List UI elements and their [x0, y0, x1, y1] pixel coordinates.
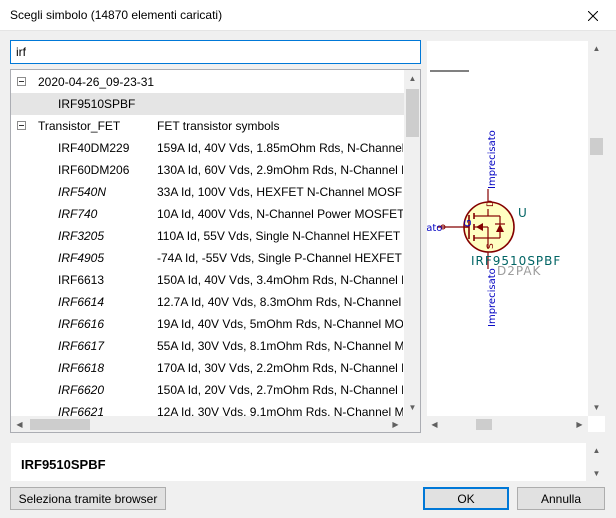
tree-horizontal-scrollbar[interactable]: ◀ ▶	[11, 416, 404, 432]
tree-item[interactable]: IRF6614 12.7A Id, 40V Vds, 8.3mOhm Rds, N…	[11, 291, 404, 313]
symbol-details: IRF9510SPBF	[10, 442, 587, 482]
scroll-down-icon[interactable]: ▼	[588, 465, 605, 482]
tree-item-name: IRF4905	[58, 251, 105, 265]
tree-item-name: IRF6613	[58, 273, 105, 287]
pin-name-left: sato	[427, 223, 442, 234]
symbol-preview: G D S U IRF9510SPBF D2PAK Imprecisato Im…	[426, 40, 606, 433]
tree-group[interactable]: 2020-04-26_09-23-31	[11, 71, 404, 93]
scroll-up-icon[interactable]: ▲	[588, 40, 605, 57]
tree-item-description: 33A Id, 100V Vds, HEXFET N-Channel MOSFE…	[157, 185, 403, 199]
svg-text:D: D	[486, 200, 496, 207]
tree-item-name: Transistor_FET	[38, 119, 121, 133]
tree-item-name: IRF6620	[58, 383, 105, 397]
preview-vertical-scrollbar[interactable]: ▲ ▼	[588, 40, 605, 416]
tree-item-name: IRF740	[58, 207, 98, 221]
scroll-up-icon[interactable]: ▲	[588, 442, 605, 459]
symbol-reference: U	[518, 206, 527, 220]
scroll-thumb[interactable]	[476, 419, 492, 430]
svg-text:G: G	[463, 219, 474, 227]
tree-item-name: IRF9510SPBF	[58, 97, 136, 111]
collapse-icon[interactable]	[17, 121, 26, 130]
pin-name-bottom: Imprecisato	[487, 268, 498, 327]
symbol-tree[interactable]: IRF6621 12A Id, 30V Vds, 9.1mOhm Rds, N-C…	[10, 69, 421, 433]
tree-item-description: 150A Id, 40V Vds, 3.4mOhm Rds, N-Channel…	[157, 273, 403, 287]
tree-item-name: IRF6618	[58, 361, 105, 375]
tree-item-name: IRF540N	[58, 185, 107, 199]
close-button[interactable]	[570, 0, 616, 31]
scroll-thumb[interactable]	[30, 419, 90, 430]
preview-horizontal-scrollbar[interactable]: ◀ ▶	[426, 416, 588, 433]
tree-item-description: 12.7A Id, 40V Vds, 8.3mOhm Rds, N-Channe…	[157, 295, 403, 309]
tree-item[interactable]: IRF740 10A Id, 400V Vds, N-Channel Power …	[11, 203, 404, 225]
scroll-left-icon[interactable]: ◀	[426, 416, 443, 433]
tree-item[interactable]: IRF4905 -74A Id, -55V Vds, Single P-Chann…	[11, 247, 404, 269]
tree-item[interactable]: IRF9510SPBF	[11, 93, 404, 115]
tree-item[interactable]: IRF6617 55A Id, 30V Vds, 8.1mOhm Rds, N-C…	[11, 335, 404, 357]
scroll-left-icon[interactable]: ◀	[11, 416, 28, 432]
symbol-preview-canvas: G D S U IRF9510SPBF D2PAK Imprecisato Im…	[427, 70, 560, 327]
scroll-thumb[interactable]	[590, 138, 603, 155]
details-scrollbar[interactable]: ▲ ▼	[588, 442, 605, 482]
tree-item-description: 170A Id, 30V Vds, 2.2mOhm Rds, N-Channel…	[157, 361, 403, 375]
search-input[interactable]	[10, 40, 421, 64]
svg-text:S: S	[486, 243, 496, 249]
tree-item-name: IRF60DM206	[58, 163, 130, 177]
scroll-corner	[404, 416, 420, 432]
details-text: IRF9510SPBF	[21, 457, 106, 472]
tree-item-description: 55A Id, 30V Vds, 8.1mOhm Rds, N-Channel …	[157, 339, 403, 353]
cancel-button[interactable]: Annulla	[517, 487, 605, 510]
scroll-right-icon[interactable]: ▶	[387, 416, 404, 432]
tree-group[interactable]: Transistor_FET FET transistor symbols	[11, 115, 404, 137]
tree-item-name: IRF6616	[58, 317, 105, 331]
tree-item-description: 110A Id, 55V Vds, Single N-Channel HEXFE…	[157, 229, 403, 243]
tree-item[interactable]: IRF6616 19A Id, 40V Vds, 5mOhm Rds, N-Cha…	[11, 313, 404, 335]
scroll-down-icon[interactable]: ▼	[404, 399, 420, 416]
tree-item-name: IRF6614	[58, 295, 105, 309]
select-by-browser-button[interactable]: Seleziona tramite browser	[10, 487, 166, 510]
close-icon	[588, 10, 598, 21]
scroll-up-icon[interactable]: ▲	[404, 70, 420, 87]
tree-item-description: FET transistor symbols	[157, 119, 280, 133]
pin-name-top: Imprecisato	[487, 130, 498, 189]
tree-item[interactable]: IRF3205 110A Id, 55V Vds, Single N-Channe…	[11, 225, 404, 247]
collapse-icon[interactable]	[17, 77, 26, 86]
tree-item-description: -74A Id, -55V Vds, Single P-Channel HEXF…	[157, 251, 403, 265]
tree-item[interactable]: IRF540N 33A Id, 100V Vds, HEXFET N-Channe…	[11, 181, 404, 203]
scroll-thumb[interactable]	[406, 89, 419, 137]
tree-item-name: 2020-04-26_09-23-31	[38, 75, 155, 89]
tree-item-description: 150A Id, 20V Vds, 2.7mOhm Rds, N-Channel…	[157, 383, 403, 397]
tree-vertical-scrollbar[interactable]: ▲ ▼	[404, 70, 420, 416]
ok-button[interactable]: OK	[423, 487, 509, 510]
symbol-footprint: D2PAK	[497, 264, 542, 278]
tree-item[interactable]: IRF6618 170A Id, 30V Vds, 2.2mOhm Rds, N-…	[11, 357, 404, 379]
tree-item-name: IRF6617	[58, 339, 105, 353]
tree-item[interactable]: IRF60DM206 130A Id, 60V Vds, 2.9mOhm Rds,…	[11, 159, 404, 181]
tree-item-description: 130A Id, 60V Vds, 2.9mOhm Rds, N-Channel…	[157, 163, 403, 177]
scroll-down-icon[interactable]: ▼	[588, 399, 605, 416]
tree-item-description: 159A Id, 40V Vds, 1.85mOhm Rds, N-Channe…	[157, 141, 403, 155]
tree-item-name: IRF3205	[58, 229, 105, 243]
tree-item-description: 10A Id, 400V Vds, N-Channel Power MOSFET…	[157, 207, 403, 221]
scroll-right-icon[interactable]: ▶	[571, 416, 588, 433]
tree-item-description: 19A Id, 40V Vds, 5mOhm Rds, N-Channel MO…	[157, 317, 403, 331]
window-title: Scegli simbolo (14870 elementi caricati)	[10, 8, 223, 22]
title-bar: Scegli simbolo (14870 elementi caricati)	[0, 0, 616, 31]
tree-item[interactable]: IRF6613 150A Id, 40V Vds, 3.4mOhm Rds, N-…	[11, 269, 404, 291]
tree-item-name: IRF40DM229	[58, 141, 130, 155]
tree-item[interactable]: IRF40DM229 159A Id, 40V Vds, 1.85mOhm Rds…	[11, 137, 404, 159]
tree-item[interactable]: IRF6620 150A Id, 20V Vds, 2.7mOhm Rds, N-…	[11, 379, 404, 401]
